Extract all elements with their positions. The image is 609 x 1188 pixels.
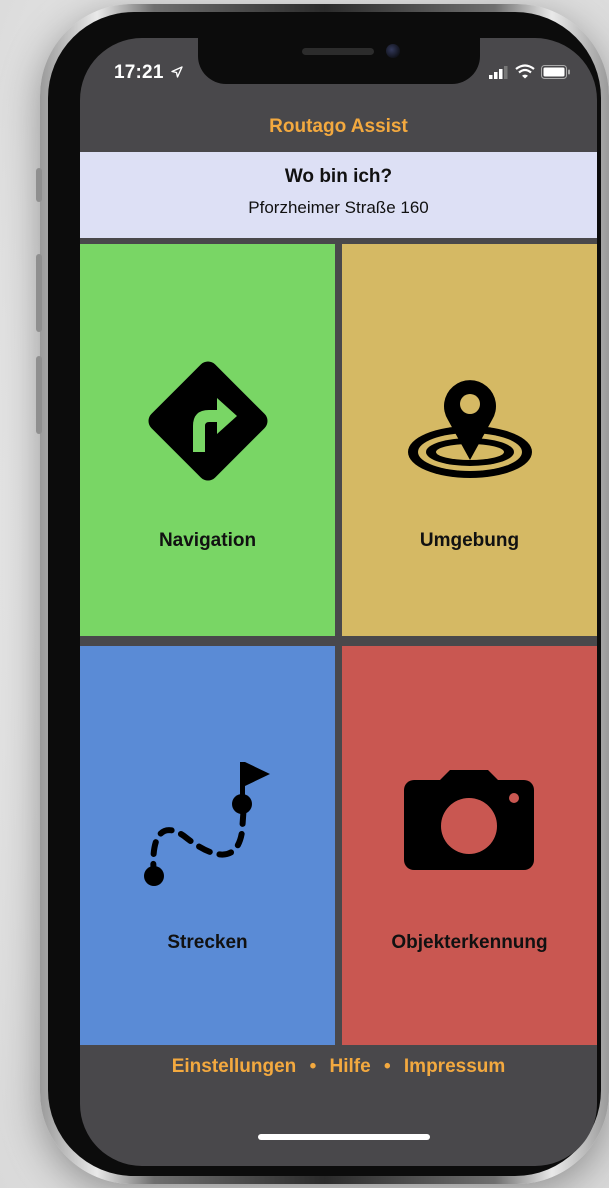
battery-icon bbox=[541, 64, 570, 79]
cellular-signal-icon bbox=[489, 65, 508, 79]
tile-strecken-label: Strecken bbox=[167, 932, 248, 953]
home-indicator[interactable] bbox=[258, 1134, 430, 1140]
status-time-text: 17:21 bbox=[114, 62, 164, 83]
tile-objekterkennung[interactable]: Objekterkennung bbox=[342, 646, 597, 1045]
tile-objekterkennung-label: Objekterkennung bbox=[391, 932, 548, 953]
volume-up-button bbox=[36, 254, 42, 332]
wifi-icon bbox=[515, 64, 535, 79]
settings-link[interactable]: Einstellungen bbox=[172, 1056, 297, 1077]
location-heading: Wo bin ich? bbox=[284, 166, 393, 187]
where-am-i-panel[interactable]: Wo bin ich? Pforzheimer Straße 160 bbox=[80, 152, 597, 238]
footer-separator: • bbox=[383, 1056, 391, 1077]
status-time: 17:21 bbox=[114, 62, 183, 84]
footer-links: Einstellungen • Hilfe • Impressum bbox=[80, 1056, 597, 1078]
location-pin-icon bbox=[408, 380, 532, 478]
front-camera bbox=[386, 44, 400, 58]
tile-umgebung-label: Umgebung bbox=[419, 530, 520, 551]
help-link[interactable]: Hilfe bbox=[330, 1056, 371, 1077]
tile-strecken[interactable]: Strecken bbox=[80, 646, 335, 1045]
tile-umgebung[interactable]: Umgebung bbox=[342, 244, 597, 636]
notch bbox=[198, 38, 480, 84]
app-title: Routago Assist bbox=[269, 116, 408, 137]
mute-switch bbox=[36, 168, 42, 202]
location-address: Pforzheimer Straße 160 bbox=[248, 198, 429, 217]
speaker-grille bbox=[302, 48, 374, 55]
tile-navigation-label: Navigation bbox=[158, 530, 257, 551]
menu-grid: Navigation Umgebung Strecken Objekterken… bbox=[80, 244, 597, 1045]
status-icons bbox=[489, 64, 571, 79]
imprint-link[interactable]: Impressum bbox=[404, 1056, 505, 1077]
tile-navigation[interactable]: Navigation bbox=[80, 244, 335, 636]
turn-right-sign-icon bbox=[148, 361, 268, 481]
location-arrow-icon bbox=[171, 66, 183, 78]
footer-separator: • bbox=[309, 1056, 317, 1077]
volume-down-button bbox=[36, 356, 42, 434]
route-flag-icon bbox=[144, 762, 270, 886]
app-screen: 17:21 Routago Assist Wo bin ich? Pforzhe… bbox=[80, 38, 597, 1166]
camera-icon bbox=[404, 770, 534, 870]
